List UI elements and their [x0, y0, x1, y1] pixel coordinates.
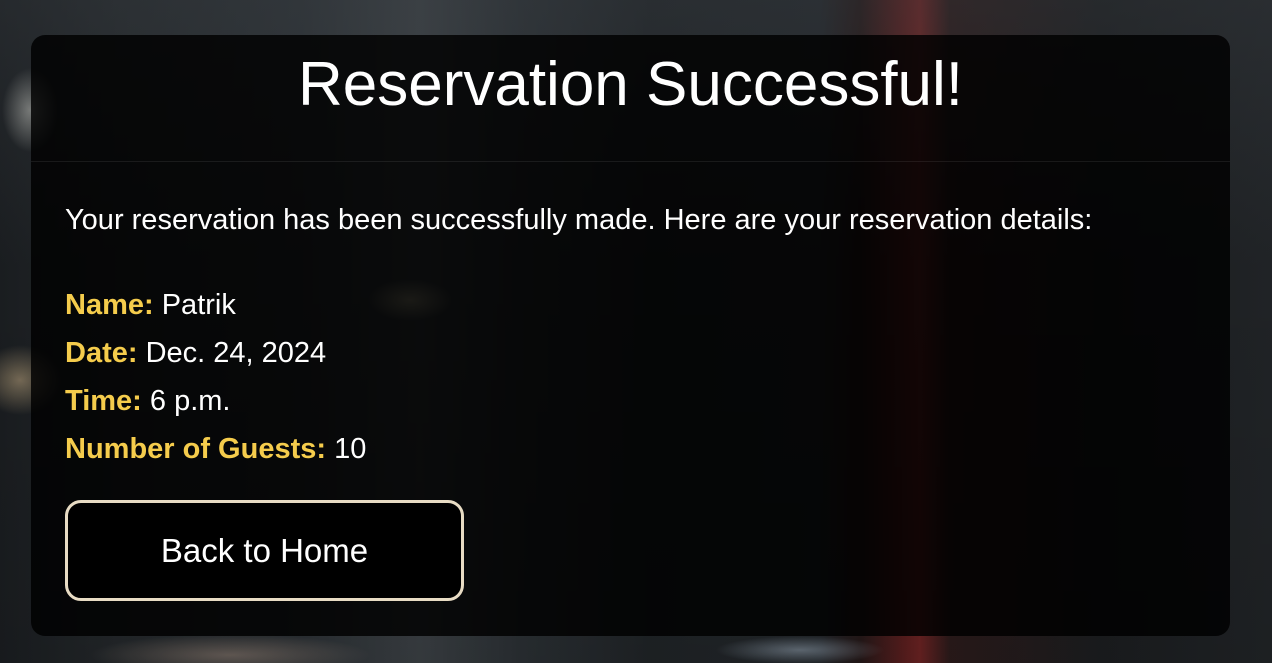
title-divider — [31, 161, 1230, 162]
detail-value: Dec. 24, 2024 — [145, 337, 327, 369]
detail-value: Patrik — [161, 289, 236, 321]
detail-name: Name: Patrik — [65, 281, 366, 329]
detail-value: 6 p.m. — [149, 385, 231, 417]
detail-date: Date: Dec. 24, 2024 — [65, 329, 366, 377]
detail-label: Date: — [65, 337, 138, 369]
detail-label: Name: — [65, 289, 154, 321]
detail-value: 10 — [334, 433, 367, 465]
back-to-home-button[interactable]: Back to Home — [65, 500, 464, 601]
intro-text: Your reservation has been successfully m… — [65, 204, 1093, 236]
detail-label: Number of Guests: — [65, 433, 327, 465]
detail-time: Time: 6 p.m. — [65, 377, 366, 425]
page-title: Reservation Successful! — [297, 50, 964, 119]
detail-label: Time: — [65, 385, 142, 417]
detail-guests: Number of Guests: 10 — [65, 425, 366, 473]
reservation-card: Reservation Successful! Your reservation… — [31, 35, 1230, 636]
reservation-details: Name: Patrik Date: Dec. 24, 2024 Time: 6… — [65, 281, 366, 473]
